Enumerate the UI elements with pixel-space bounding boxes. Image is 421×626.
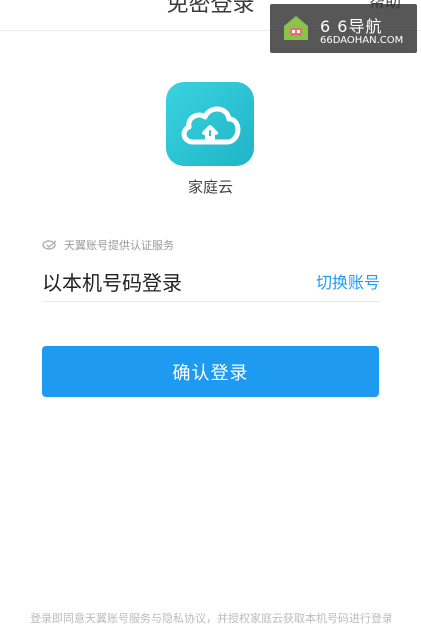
login-method-row: 以本机号码登录 切换账号 — [42, 263, 380, 302]
site-watermark: 6 6导航 66DAOHAN.COM — [270, 4, 417, 53]
provider-text: 天翼账号提供认证服务 — [64, 239, 174, 252]
login-method-label: 以本机号码登录 — [42, 271, 182, 295]
tianyi-logo-icon — [42, 240, 57, 250]
confirm-login-button[interactable]: 确认登录 — [42, 346, 379, 397]
footer-agreement-text: 登录即同意天翼账号服务与隐私协议，并授权家庭云获取本机号码进行登录 — [30, 612, 391, 625]
watermark-title: 6 6导航 — [320, 17, 383, 36]
app-name: 家庭云 — [187, 178, 233, 196]
provider-note: 天翼账号提供认证服务 — [42, 237, 174, 253]
house-logo-icon — [284, 16, 308, 40]
watermark-subtitle: 66DAOHAN.COM — [320, 35, 404, 46]
cloud-home-icon — [181, 106, 241, 145]
app-icon — [166, 82, 254, 166]
switch-account-link[interactable]: 切换账号 — [316, 269, 380, 293]
